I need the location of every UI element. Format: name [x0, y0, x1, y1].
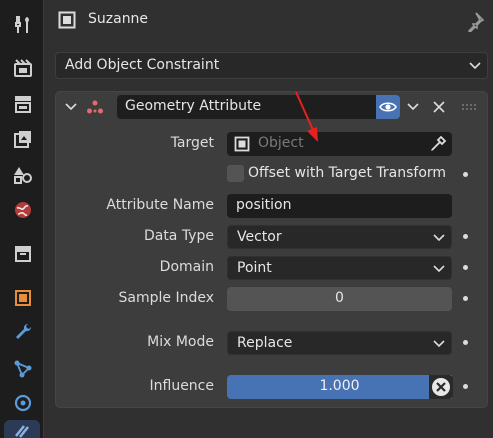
close-icon — [433, 101, 445, 113]
keyframe-dot[interactable] — [463, 296, 468, 301]
modifier-wrench-icon — [16, 323, 32, 339]
add-object-constraint-dropdown[interactable]: Add Object Constraint — [55, 52, 488, 79]
constraint-options-dropdown[interactable] — [402, 95, 424, 119]
offset-with-target-transform-checkbox[interactable] — [227, 165, 244, 182]
sample-index-row: Sample Index 0 — [56, 287, 489, 311]
keyframe-dot[interactable] — [463, 340, 468, 345]
constraint-name-field[interactable]: Geometry Attribute — [117, 95, 376, 119]
view-layer-icon — [14, 131, 31, 148]
sample-index-input[interactable]: 0 — [227, 287, 452, 311]
mix-mode-dropdown[interactable]: Replace — [227, 331, 452, 355]
influence-slider[interactable]: 1.000 — [227, 375, 452, 399]
constraint-icon — [15, 425, 29, 438]
scene-tab[interactable] — [8, 159, 38, 189]
scene-icon — [14, 167, 32, 184]
eye-icon — [379, 102, 397, 112]
mix-mode-value: Replace — [237, 335, 293, 351]
offset-row: Offset with Target Transform — [56, 163, 489, 187]
particles-icon — [14, 360, 32, 378]
data-type-label: Data Type — [143, 228, 214, 244]
object-icon — [58, 11, 76, 29]
domain-row: Domain Point — [56, 256, 489, 280]
modifier-tab[interactable] — [8, 317, 38, 347]
offset-with-target-transform-label: Offset with Target Transform — [248, 165, 447, 181]
eyedropper-icon[interactable] — [429, 135, 447, 153]
attribute-name-label: Attribute Name — [106, 197, 214, 213]
keyframe-dot[interactable] — [463, 384, 468, 389]
pin-icon[interactable] — [464, 10, 486, 32]
target-object-field[interactable]: Object — [227, 132, 452, 156]
sample-index-value: 0 — [335, 290, 344, 306]
object-name: Suzanne — [88, 11, 149, 27]
render-icon — [14, 59, 32, 77]
chevron-down-icon — [469, 62, 481, 70]
add-object-constraint-label: Add Object Constraint — [65, 57, 220, 73]
particles-tab[interactable] — [8, 354, 38, 384]
drag-grip-icon[interactable] — [461, 101, 477, 113]
influence-value: 1.000 — [319, 378, 360, 394]
target-placeholder: Object — [258, 135, 304, 151]
data-type-dropdown[interactable]: Vector — [227, 225, 452, 249]
domain-dropdown[interactable]: Point — [227, 256, 452, 280]
world-icon — [15, 202, 31, 218]
physics-icon — [14, 394, 32, 412]
influence-row: Influence 1.000 — [56, 375, 489, 399]
object-icon — [15, 290, 31, 306]
keyframe-dot[interactable] — [463, 234, 468, 239]
object-context-header: Suzanne — [44, 0, 493, 42]
delete-constraint-button[interactable] — [428, 95, 450, 119]
chevron-down-icon — [433, 340, 445, 348]
collection-tab[interactable] — [8, 238, 38, 268]
chevron-down-icon — [433, 234, 445, 242]
attribute-name-input[interactable]: position — [227, 194, 452, 218]
object-tab[interactable] — [8, 283, 38, 313]
constraint-name: Geometry Attribute — [125, 98, 262, 114]
attribute-name-value: position — [236, 197, 292, 213]
output-icon — [15, 96, 31, 113]
keyframe-dot[interactable] — [463, 172, 468, 177]
view-layer-tab[interactable] — [8, 124, 38, 154]
mix-mode-row: Mix Mode Replace — [56, 331, 489, 355]
properties-panel: Suzanne Add Object Constraint Geometry A… — [43, 0, 493, 438]
visibility-toggle[interactable] — [376, 95, 400, 119]
attribute-name-row: Attribute Name position — [56, 194, 489, 218]
render-tab[interactable] — [8, 53, 38, 83]
constraint-panel: Geometry Attribute Target Object Offset … — [55, 91, 488, 408]
chevron-down-icon — [433, 265, 445, 273]
target-label: Target — [170, 135, 214, 151]
collapse-chevron-icon[interactable] — [65, 102, 77, 112]
constraint-tab[interactable] — [4, 420, 40, 438]
data-type-value: Vector — [237, 229, 282, 245]
output-tab[interactable] — [8, 89, 38, 119]
physics-tab[interactable] — [8, 388, 38, 418]
disable-keep-transform-button[interactable] — [429, 375, 453, 399]
data-type-row: Data Type Vector — [56, 225, 489, 249]
sample-index-label: Sample Index — [118, 290, 214, 306]
domain-label: Domain — [159, 259, 214, 275]
domain-value: Point — [237, 260, 272, 276]
properties-tab-bar — [0, 0, 43, 438]
object-icon — [234, 136, 250, 152]
target-row: Target Object — [56, 132, 489, 156]
keyframe-dot[interactable] — [463, 265, 468, 270]
mix-mode-label: Mix Mode — [147, 334, 214, 350]
geometry-attribute-constraint-icon — [87, 100, 103, 114]
influence-label: Influence — [149, 378, 215, 394]
collection-icon — [15, 246, 31, 262]
clear-x-icon — [432, 378, 450, 396]
world-tab[interactable] — [8, 195, 38, 225]
chevron-down-icon — [407, 103, 419, 111]
tool-tab[interactable] — [8, 10, 38, 40]
tool-icon — [15, 16, 29, 33]
